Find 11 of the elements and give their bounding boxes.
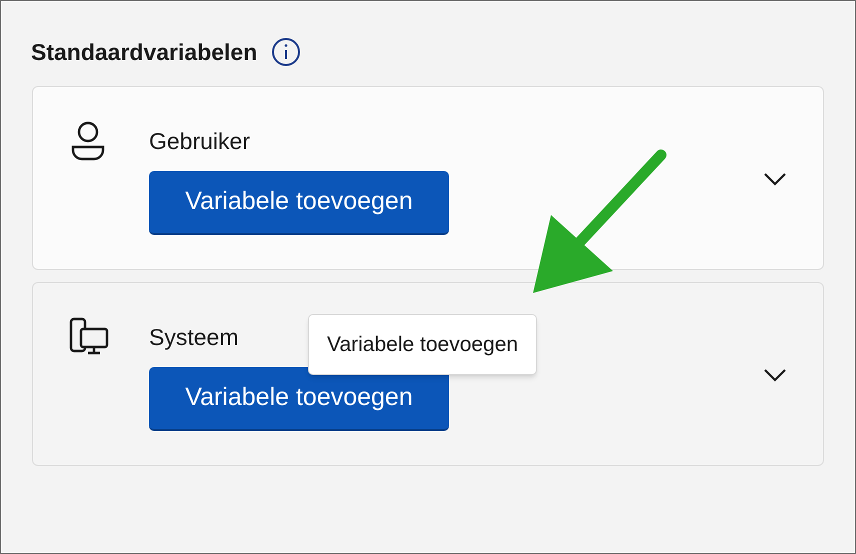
chevron-down-icon[interactable] xyxy=(763,172,787,186)
card-label: Systeem xyxy=(149,322,238,350)
add-variable-button[interactable]: Variabele toevoegen xyxy=(149,170,449,234)
section-title: Standaardvariabelen xyxy=(31,38,258,67)
info-icon[interactable] xyxy=(271,37,302,68)
tooltip: Variabele toevoegen xyxy=(308,314,538,375)
user-icon xyxy=(69,120,107,160)
card-label: Gebruiker xyxy=(149,126,250,154)
computer-icon xyxy=(69,316,109,354)
chevron-down-icon[interactable] xyxy=(763,368,787,382)
add-variable-button[interactable]: Variabele toevoegen xyxy=(149,366,449,430)
